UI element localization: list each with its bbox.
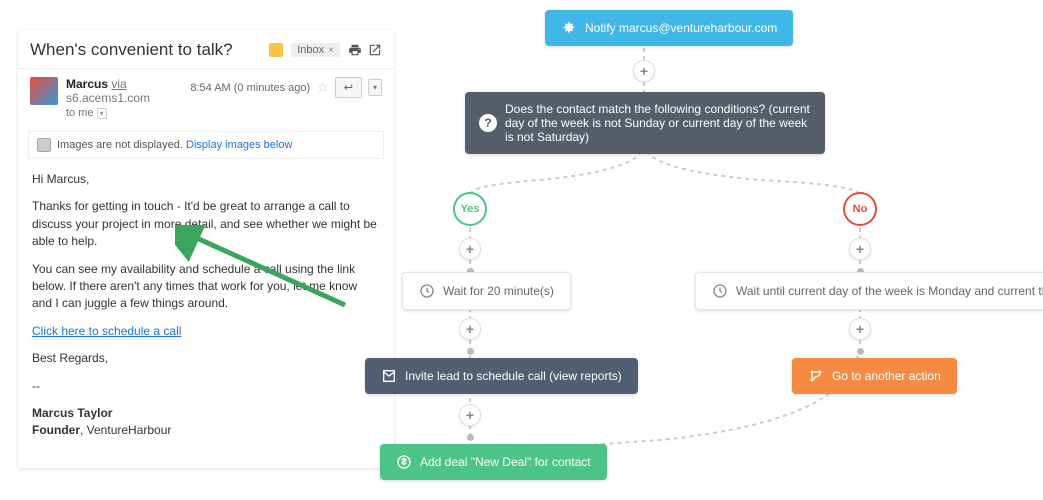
from-name: Marcus (66, 77, 108, 91)
image-icon (37, 138, 51, 152)
reply-button[interactable]: ↩ (335, 77, 362, 98)
goto-node[interactable]: Go to another action (792, 358, 957, 394)
display-images-link[interactable]: Display images below (186, 139, 292, 151)
connector-dot (857, 348, 864, 355)
email-time: 8:54 AM (0 minutes ago) (190, 82, 310, 94)
schedule-link[interactable]: Click here to schedule a call (32, 324, 181, 338)
clock-icon (419, 283, 435, 299)
flow-canvas: Notify marcus@ventureharbour.com + ? Doe… (360, 0, 1040, 500)
star-icon[interactable]: ☆ (316, 79, 329, 96)
email-subject: When's convenient to talk? (30, 40, 261, 60)
add-button[interactable]: + (849, 238, 871, 260)
clock-icon (712, 283, 728, 299)
add-button[interactable]: + (633, 60, 655, 82)
close-icon[interactable]: × (328, 45, 334, 56)
label-icon[interactable] (269, 43, 283, 57)
add-button[interactable]: + (459, 318, 481, 340)
wait-monday-node[interactable]: Wait until current day of the week is Mo… (695, 272, 1043, 310)
add-deal-node[interactable]: Add deal "New Deal" for contact (380, 444, 607, 480)
invite-node[interactable]: Invite lead to schedule call (view repor… (365, 358, 638, 394)
no-circle[interactable]: No (843, 192, 877, 226)
burst-icon (561, 20, 577, 36)
yes-circle[interactable]: Yes (453, 192, 487, 226)
email-body: Hi Marcus, Thanks for getting in touch -… (18, 159, 394, 468)
notify-node[interactable]: Notify marcus@ventureharbour.com (545, 10, 793, 46)
email-meta: Marcus via s6.acems1.com to me▾ 8:54 AM … (18, 69, 394, 127)
email-header: When's convenient to talk? Inbox× (18, 30, 394, 69)
dollar-icon (396, 454, 412, 470)
envelope-icon (381, 368, 397, 384)
avatar (30, 77, 58, 105)
condition-node[interactable]: ? Does the contact match the following c… (465, 92, 825, 154)
inbox-tag[interactable]: Inbox× (291, 43, 340, 57)
branch-icon (808, 368, 824, 384)
add-button[interactable]: + (459, 404, 481, 426)
wait-20-node[interactable]: Wait for 20 minute(s) (402, 272, 571, 310)
add-button[interactable]: + (459, 238, 481, 260)
question-icon: ? (479, 114, 497, 132)
add-button[interactable]: + (849, 318, 871, 340)
image-notice: Images are not displayed. Display images… (28, 131, 384, 159)
chevron-down-icon[interactable]: ▾ (97, 108, 107, 119)
connector-dot (467, 434, 474, 441)
connector-dot (467, 348, 474, 355)
email-panel: When's convenient to talk? Inbox× Marcus… (18, 30, 394, 468)
